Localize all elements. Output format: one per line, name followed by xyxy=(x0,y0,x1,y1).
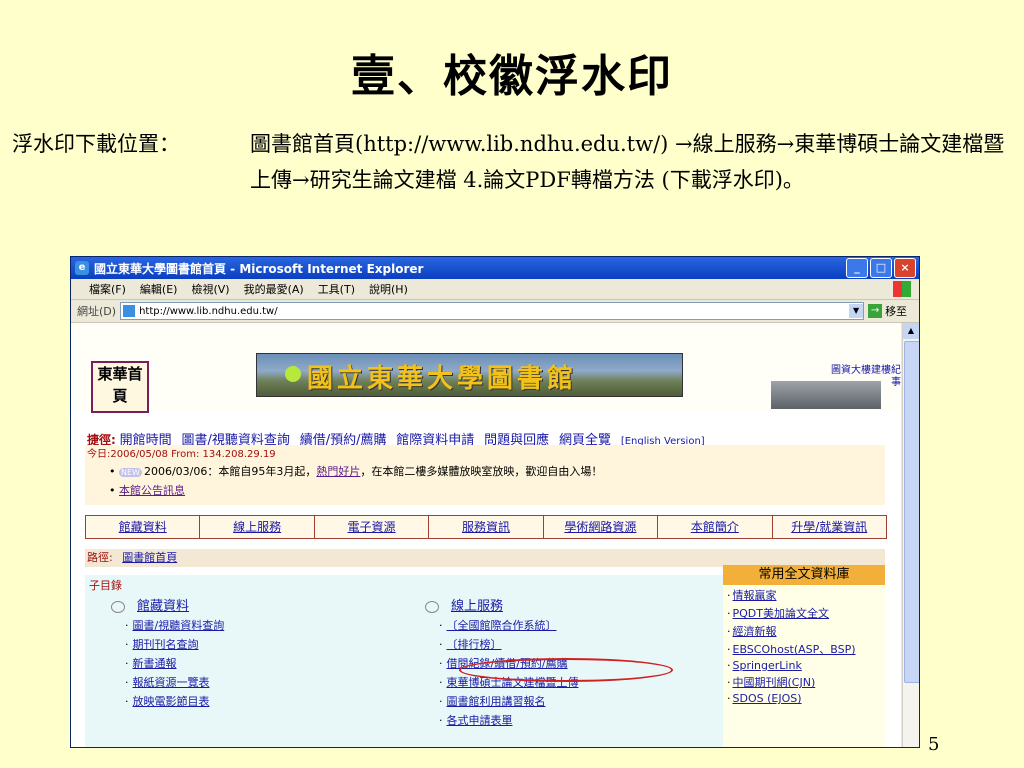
menu-tools[interactable]: 工具(T) xyxy=(318,281,355,297)
highlight-circle xyxy=(459,658,673,682)
go-button[interactable]: 移至 xyxy=(885,303,907,319)
db-link[interactable]: 經濟新報 xyxy=(727,623,885,639)
list-item[interactable]: 新書通報 xyxy=(125,655,224,671)
tab-about[interactable]: 本館簡介 xyxy=(658,516,773,538)
menu-favorites[interactable]: 我的最愛(A) xyxy=(244,281,304,297)
bullet-icon xyxy=(111,600,125,613)
online-services-heading[interactable]: 線上服務 xyxy=(425,595,579,614)
chevron-down-icon[interactable]: ▼ xyxy=(849,304,864,318)
tab-online-services[interactable]: 線上服務 xyxy=(200,516,315,538)
address-url: http://www.lib.ndhu.edu.tw/ xyxy=(139,305,278,317)
scroll-thumb[interactable] xyxy=(904,341,919,683)
news-item: • 本館公告訊息 xyxy=(109,484,185,497)
tab-e-resources[interactable]: 電子資源 xyxy=(315,516,430,538)
db-link[interactable]: SpringerLink xyxy=(727,659,885,672)
db-link[interactable]: PQDT美加論文全文 xyxy=(727,605,885,621)
library-header: 東華首頁 國立東華大學圖書館 圖資大樓建樓紀事 xyxy=(71,323,901,413)
title-bar[interactable]: e 國立東華大學圖書館首頁 - Microsoft Internet Explo… xyxy=(71,257,919,279)
news-text-a: 2006/03/06：本館自95年3月起， xyxy=(143,465,317,478)
menu-help[interactable]: 說明(H) xyxy=(369,281,408,297)
tab-service-info[interactable]: 服務資訊 xyxy=(429,516,544,538)
banner-text: 國立東華大學圖書館 xyxy=(307,364,578,394)
page-icon xyxy=(123,305,136,317)
news-link-hot-movies[interactable]: 熱門好片 xyxy=(316,465,360,478)
address-input[interactable]: http://www.lib.ndhu.edu.tw/ ▼ xyxy=(120,302,865,320)
list-item[interactable]: 各式申請表單 xyxy=(439,712,579,728)
page-number: 5 xyxy=(928,734,940,755)
windows-logo-icon xyxy=(893,281,911,297)
db-link[interactable]: SDOS (EJOS) xyxy=(727,692,885,705)
collections-column: 館藏資料 圖書/視聽資料查詢 期刊刊名查詢 新書通報 報紙資源一覽表 放映電影節… xyxy=(111,595,224,709)
menu-view[interactable]: 檢視(V) xyxy=(191,281,229,297)
list-item[interactable]: 〔全國館際合作系統〕 xyxy=(439,617,579,633)
intro-body: 圖書館首頁(http://www.lib.ndhu.edu.tw/) →線上服務… xyxy=(250,132,1005,192)
new-badge: NEW xyxy=(119,468,142,477)
close-button[interactable]: × xyxy=(894,258,916,278)
vertical-scrollbar[interactable]: ▲ xyxy=(902,323,919,747)
list-item[interactable]: 圖書館利用講習報名 xyxy=(439,693,579,709)
fulltext-db-panel: 常用全文資料庫 情報贏家 PQDT美加論文全文 經濟新報 EBSCOhost(A… xyxy=(723,565,885,747)
breadcrumb-home[interactable]: 圖書館首頁 xyxy=(122,551,177,564)
db-panel-title: 常用全文資料庫 xyxy=(723,565,885,585)
building-image xyxy=(771,381,881,409)
tab-collections[interactable]: 館藏資料 xyxy=(86,516,201,538)
go-arrow-icon[interactable]: → xyxy=(868,304,883,318)
news-item: • NEW 2006/03/06：本館自95年3月起，熱門好片，在本館二樓多媒體放… xyxy=(109,465,603,478)
news-text-b: ，在本館二樓多媒體放映室放映，歡迎自由入場！ xyxy=(360,465,603,478)
scroll-up-icon[interactable]: ▲ xyxy=(903,323,919,339)
home-logo[interactable]: 東華首頁 xyxy=(91,361,149,413)
list-item[interactable]: 放映電影節目表 xyxy=(125,693,224,709)
db-link[interactable]: 情報贏家 xyxy=(727,587,885,603)
ie-icon: e xyxy=(75,261,89,275)
page-content: 東華首頁 國立東華大學圖書館 圖資大樓建樓紀事 捷徑: 開館時間 圖書/視聽資料… xyxy=(71,323,901,747)
menu-edit[interactable]: 編輯(E) xyxy=(140,281,178,297)
address-bar: 網址(D) http://www.lib.ndhu.edu.tw/ ▼ → 移至 xyxy=(71,300,919,323)
maximize-button[interactable]: □ xyxy=(870,258,892,278)
db-link[interactable]: EBSCOhost(ASP、BSP) xyxy=(727,641,885,657)
path-label: 路徑: xyxy=(87,551,113,564)
address-label: 網址(D) xyxy=(77,305,117,318)
bullet-icon xyxy=(425,600,439,613)
sun-icon xyxy=(285,366,301,382)
list-item[interactable]: 〔排行榜〕 xyxy=(439,636,579,652)
tab-career[interactable]: 升學/就業資訊 xyxy=(773,516,886,538)
intro-label: 浮水印下載位置： xyxy=(12,132,180,156)
main-nav-tabs: 館藏資料 線上服務 電子資源 服務資訊 學術網路資源 本館簡介 升學/就業資訊 xyxy=(85,515,887,539)
sub-label: 子目錄 xyxy=(89,579,122,592)
library-banner: 國立東華大學圖書館 xyxy=(256,353,683,397)
db-link[interactable]: 中國期刊網(CJN) xyxy=(727,674,885,690)
slide-title: 壹、校徽浮水印 xyxy=(351,51,673,102)
news-box: 今日:2006/05/08 From: 134.208.29.19 • NEW 2… xyxy=(85,445,885,505)
browser-window: e 國立東華大學圖書館首頁 - Microsoft Internet Explo… xyxy=(70,256,920,748)
tab-academic-web[interactable]: 學術網路資源 xyxy=(544,516,659,538)
window-title: 國立東華大學圖書館首頁 - Microsoft Internet Explore… xyxy=(94,261,424,276)
list-item[interactable]: 期刊刊名查詢 xyxy=(125,636,224,652)
news-link-announcements[interactable]: 本館公告訊息 xyxy=(119,484,185,497)
menu-bar: 檔案(F) 編輯(E) 檢視(V) 我的最愛(A) 工具(T) 說明(H) xyxy=(71,279,919,300)
menu-file[interactable]: 檔案(F) xyxy=(89,281,126,297)
list-item[interactable]: 圖書/視聽資料查詢 xyxy=(125,617,225,633)
minimize-button[interactable]: _ xyxy=(846,258,868,278)
list-item[interactable]: 報紙資源一覽表 xyxy=(125,674,224,690)
today-line: 今日:2006/05/08 From: 134.208.29.19 xyxy=(87,449,276,460)
collections-heading[interactable]: 館藏資料 xyxy=(111,595,224,614)
